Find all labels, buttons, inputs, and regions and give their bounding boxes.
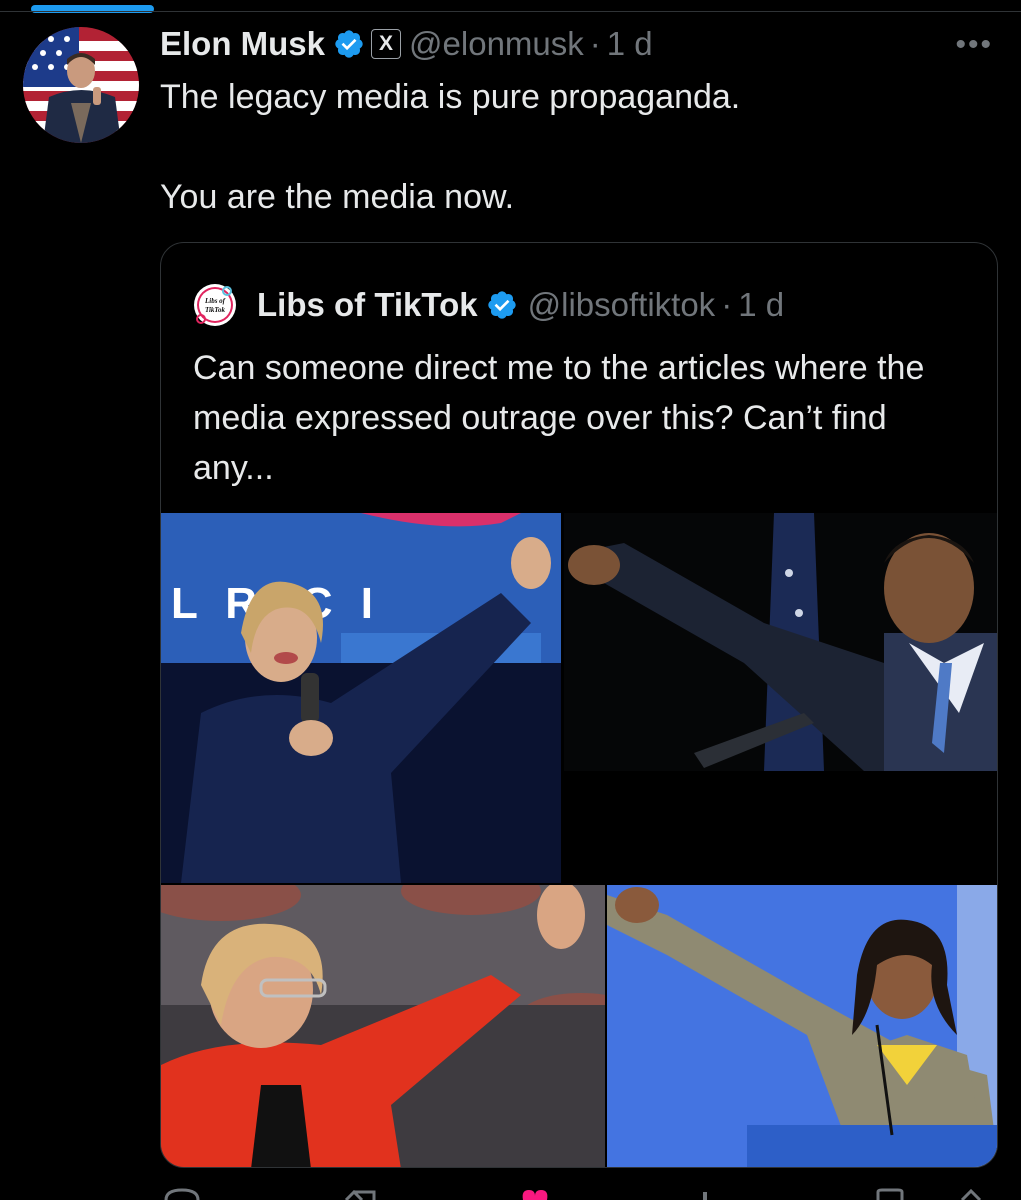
quoted-post-text: Can someone direct me to the articles wh…: [193, 349, 925, 487]
quoted-author-avatar[interactable]: Libs of TikTok: [193, 283, 237, 327]
top-tab-indicator: [0, 0, 1021, 13]
author-avatar[interactable]: [23, 27, 139, 143]
x-affiliation-icon: X: [371, 29, 402, 59]
post-action-bar: [160, 1186, 1000, 1200]
quoted-post-timestamp[interactable]: 1 d: [738, 286, 784, 324]
quoted-author-handle[interactable]: @libsoftiktok: [528, 286, 716, 324]
heart-icon[interactable]: [515, 1186, 555, 1200]
author-name[interactable]: Elon Musk: [160, 25, 325, 63]
views-icon[interactable]: [695, 1186, 715, 1200]
media-grid[interactable]: L RYC I: [161, 513, 997, 1167]
share-icon[interactable]: [956, 1186, 986, 1200]
bookmark-icon[interactable]: [870, 1186, 910, 1200]
post-text-line: You are the media now.: [160, 178, 515, 216]
post-header: Elon Musk X @elonmusk · 1 d: [160, 22, 653, 66]
divider: [0, 11, 1021, 12]
more-icon[interactable]: •••: [955, 28, 993, 62]
reply-icon[interactable]: [162, 1186, 202, 1200]
post-text-line: The legacy media is pure propaganda.: [160, 78, 741, 116]
quoted-post-header: Libs of TikTok Libs of TikTok @libsoftik…: [193, 283, 784, 327]
quoted-post[interactable]: Libs of TikTok Libs of TikTok @libsoftik…: [160, 242, 998, 1168]
avatar-text: TikTok: [205, 306, 226, 314]
avatar-text: Libs of: [204, 297, 226, 305]
post-timestamp[interactable]: 1 d: [607, 25, 653, 63]
media-image-bottom-right[interactable]: [607, 885, 997, 1167]
quoted-author-name[interactable]: Libs of TikTok: [257, 286, 478, 324]
media-image-top-right[interactable]: [564, 513, 997, 771]
verified-badge-icon: [335, 30, 363, 58]
media-image-top-left[interactable]: L RYC I: [161, 513, 561, 883]
verified-badge-icon: [487, 291, 516, 319]
media-image-bottom-left[interactable]: [161, 885, 605, 1167]
author-handle[interactable]: @elonmusk: [409, 25, 584, 63]
separator-dot: ·: [721, 286, 733, 323]
repost-icon[interactable]: [340, 1186, 384, 1200]
post-text: The legacy media is pure propaganda. You…: [160, 72, 980, 222]
separator-dot: ·: [589, 25, 601, 62]
